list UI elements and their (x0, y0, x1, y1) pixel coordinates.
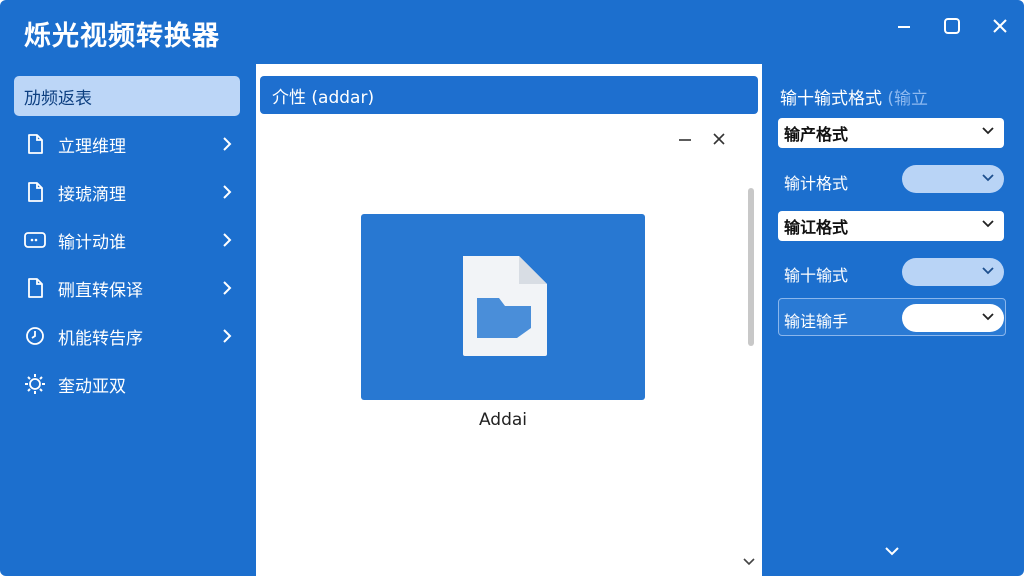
output-format-select[interactable]: 输产格式 (778, 118, 1004, 148)
panel-close-button[interactable] (708, 130, 730, 148)
sidebar-item-label: 劢频返表 (24, 88, 92, 109)
app-title: 烁光视频转换器 (24, 21, 220, 52)
chevron-right-icon (223, 137, 232, 151)
chevron-right-icon (223, 233, 232, 247)
chevron-right-icon (223, 185, 232, 199)
maximize-button[interactable] (938, 14, 966, 38)
chevron-down-icon (982, 127, 994, 135)
sidebar-item-video-list[interactable]: 劢频返表 (14, 76, 240, 116)
output-settings-title-faded: (输立 (887, 89, 929, 109)
scrollbar-thumb[interactable] (748, 188, 754, 346)
chevron-down-icon (743, 558, 755, 566)
sidebar-item-label: 机能转告序 (58, 328, 143, 349)
minimize-icon (898, 26, 910, 28)
row1-dropdown[interactable] (902, 165, 1004, 193)
output-format-value: 输产格式 (784, 125, 849, 144)
sidebar-item-label: 硎直转保译 (58, 280, 143, 301)
row3-dropdown[interactable] (902, 304, 1004, 332)
chat-icon (24, 229, 46, 251)
sidebar-item-label: 接琥滴理 (58, 184, 126, 205)
sidebar: 劢频返表 立理维理 接琥滴理 输计动谁 硎直转保译 机能转告序 奎动亚双 (0, 64, 252, 576)
sidebar-item-label: 输计动谁 (58, 232, 126, 253)
chevron-right-icon (223, 329, 232, 343)
row2-label: 输十输式 (784, 266, 849, 285)
panel-minimize-button[interactable] (674, 130, 696, 148)
sidebar-item-label: 奎动亚双 (58, 376, 126, 397)
format-select-2[interactable]: 输讧格式 (778, 211, 1004, 241)
scroll-down-button[interactable] (742, 556, 756, 568)
file-icon (24, 277, 46, 299)
close-icon (993, 19, 1007, 33)
file-icon (24, 133, 46, 155)
title-bar: 烁光视频转换器 (0, 0, 1024, 64)
sidebar-item-2[interactable]: 立理维理 (14, 124, 240, 164)
sidebar-item-5[interactable]: 硎直转保译 (14, 268, 240, 308)
output-settings-title-main: 输十输式格式 (780, 89, 882, 109)
sidebar-item-label: 立理维理 (58, 136, 126, 157)
minimize-button[interactable] (890, 14, 918, 38)
row2-dropdown[interactable] (902, 258, 1004, 286)
chevron-down-icon (982, 220, 994, 228)
row3-label: 输诖输手 (784, 312, 849, 331)
file-panel-header[interactable]: 介性 (addar) (260, 76, 758, 114)
chevron-down-icon (982, 313, 994, 321)
maximize-icon (944, 18, 960, 34)
sidebar-item-3[interactable]: 接琥滴理 (14, 172, 240, 212)
app-window: 烁光视频转换器 劢频返表 立理维理 接琥滴理 输计动谁 硎直转保译 机能转告序 … (0, 0, 1024, 576)
file-icon (24, 181, 46, 203)
file-panel: 介性 (addar) Addai (256, 64, 762, 576)
output-settings-panel: 输十输式格式 (输立 输产格式 输计格式 输讧格式 输十输式 输诖输手 (770, 64, 1024, 576)
gear-icon (24, 373, 46, 395)
close-icon (713, 133, 725, 145)
minimize-icon (679, 139, 691, 141)
file-thumbnail-icon (459, 254, 549, 362)
close-button[interactable] (986, 14, 1014, 38)
sidebar-item-7[interactable]: 奎动亚双 (14, 364, 240, 404)
clock-icon (24, 325, 46, 347)
chevron-down-icon (982, 174, 994, 182)
row1-label: 输计格式 (784, 174, 849, 193)
sidebar-item-6[interactable]: 机能转告序 (14, 316, 240, 356)
file-card[interactable] (361, 214, 645, 400)
chevron-down-icon (982, 267, 994, 275)
file-name: Addai (478, 410, 528, 430)
output-settings-title: 输十输式格式 (输立 (780, 84, 928, 109)
chevron-right-icon (223, 281, 232, 295)
expand-more-icon[interactable] (884, 546, 900, 556)
sidebar-item-4[interactable]: 输计动谁 (14, 220, 240, 260)
format-select-2-value: 输讧格式 (784, 218, 849, 237)
